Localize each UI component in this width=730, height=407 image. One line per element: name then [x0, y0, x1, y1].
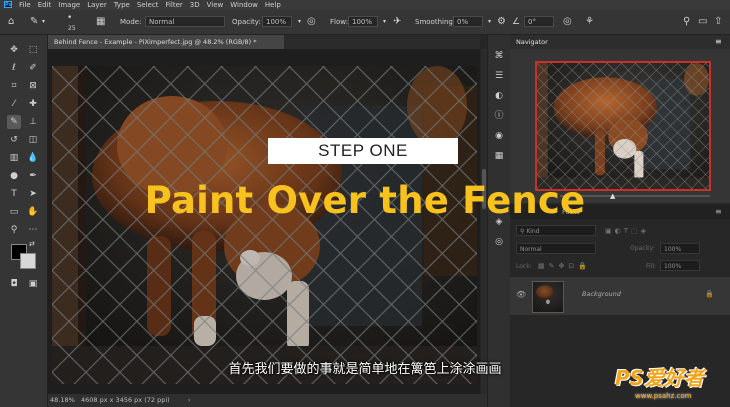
menu-3d[interactable]: 3D	[190, 0, 200, 10]
smoothing-options-gear-icon[interactable]: ⚙	[497, 10, 506, 34]
angle-icon: ∠	[512, 17, 521, 27]
rectangle-tool-icon[interactable]: ▭	[7, 205, 21, 219]
home-icon[interactable]: ⌂	[8, 10, 14, 34]
pressure-opacity-icon[interactable]: ◎	[307, 10, 316, 34]
zoom-level[interactable]: 48.18%	[50, 394, 75, 407]
opacity-field[interactable]: 100%	[262, 16, 292, 27]
menu-filter[interactable]: Filter	[165, 0, 182, 10]
search-icon[interactable]: ⚲	[683, 10, 690, 34]
healing-brush-tool-icon[interactable]: ✚	[26, 97, 40, 111]
document-dimensions: 4608 px x 3456 px (72 ppi)	[81, 396, 170, 404]
document-tab-title: Behind Fence - Example - PiXimperfect.jp…	[54, 38, 257, 46]
brush-tool-icon[interactable]: ✎	[7, 115, 21, 129]
navigator-thumbnail	[537, 63, 709, 189]
navigator-preview[interactable]	[535, 61, 711, 191]
airbrush-icon[interactable]: ✈	[393, 10, 401, 34]
smoothing-label: Smoothing:	[415, 18, 456, 26]
smoothing-field[interactable]: 0%	[453, 16, 483, 27]
opacity-label: Opacity:	[232, 18, 261, 26]
edit-toolbar-icon[interactable]: ⋯	[26, 223, 40, 237]
gradient-tool-icon[interactable]: ▥	[7, 151, 21, 165]
flow-label: Flow:	[330, 18, 348, 26]
swap-colors-icon[interactable]: ⇄	[29, 240, 35, 248]
watermark-brand: PS爱好者	[615, 366, 705, 390]
angle-field[interactable]: 0°	[524, 16, 554, 27]
menu-type[interactable]: Type	[114, 0, 130, 10]
screen-mode-icon[interactable]: ▣	[26, 277, 40, 291]
lasso-tool-icon[interactable]: ℓ	[7, 61, 21, 75]
document-tab-bar: Behind Fence - Example - PiXimperfect.jp…	[48, 35, 480, 49]
clone-stamp-tool-icon[interactable]: ⊥	[26, 115, 40, 129]
marquee-tool-icon[interactable]: ⬚	[26, 43, 40, 57]
step-one-label: STEP ONE	[268, 138, 458, 164]
history-brush-tool-icon[interactable]: ↺	[7, 133, 21, 147]
tools-panel: ✥ ⬚ ℓ ✐ ⌗ ⊠ ⁄ ✚ ✎ ⊥ ↺ ◫ ▥ 💧 ● ✒ T ➤ ▭ ✋ …	[0, 35, 48, 407]
swatches-panel-icon[interactable]: ▦	[492, 149, 506, 163]
background-color-swatch[interactable]	[20, 253, 36, 269]
history-panel-icon[interactable]: ⌘	[492, 49, 506, 63]
status-chevron-icon[interactable]: ›	[188, 394, 190, 407]
adjustments-panel-icon[interactable]: ◐	[492, 89, 506, 103]
mode-select[interactable]: Normal	[145, 16, 225, 27]
menu-bar: Ps File Edit Image Layer Type Select Fil…	[0, 0, 730, 10]
navigator-title[interactable]: Navigator	[516, 35, 548, 49]
menu-view[interactable]: View	[207, 0, 224, 10]
menu-layer[interactable]: Layer	[87, 0, 107, 10]
flow-chevron-icon[interactable]: ▾	[383, 10, 386, 34]
frame-tool-icon[interactable]: ⊠	[26, 79, 40, 93]
document-tab[interactable]: Behind Fence - Example - PiXimperfect.jp…	[48, 35, 284, 49]
menu-select[interactable]: Select	[137, 0, 159, 10]
chinese-subtitle: 首先我们要做的事就是简单地在篱笆上涂涂画画	[228, 362, 502, 377]
status-bar: 48.18% 4608 px x 3456 px (72 ppi) ›	[48, 394, 487, 407]
menu-help[interactable]: Help	[265, 0, 281, 10]
zoom-tool-icon[interactable]: ⚲	[7, 223, 21, 237]
smoothing-chevron-icon[interactable]: ▾	[488, 10, 491, 34]
preset-chevron-icon[interactable]: ▾	[42, 10, 45, 34]
menu-window[interactable]: Window	[230, 0, 258, 10]
hand-tool-icon[interactable]: ✋	[26, 205, 40, 219]
opacity-chevron-icon[interactable]: ▾	[298, 10, 301, 34]
symmetry-butterfly-icon[interactable]: ⚘	[585, 10, 594, 34]
quick-selection-tool-icon[interactable]: ✐	[26, 61, 40, 75]
quick-mask-icon[interactable]: ◘	[7, 277, 21, 291]
pen-tool-icon[interactable]: ✒	[26, 169, 40, 183]
menu-edit[interactable]: Edit	[38, 0, 52, 10]
eyedropper-tool-icon[interactable]: ⁄	[7, 97, 21, 111]
navigator-panel-header: Navigator ≡	[510, 35, 730, 49]
channels-panel-icon[interactable]: ◎	[492, 235, 506, 249]
properties-panel-icon[interactable]: ☰	[492, 69, 506, 83]
path-selection-tool-icon[interactable]: ➤	[26, 187, 40, 201]
psahz-watermark: PS爱好者 www.psahz.com	[613, 366, 725, 402]
pressure-size-icon[interactable]: ◎	[563, 10, 572, 34]
tutorial-headline: Paint Over the Fence	[144, 179, 586, 222]
type-tool-icon[interactable]: T	[7, 187, 21, 201]
color-panel-icon[interactable]: ◉	[492, 129, 506, 143]
brush-tool-preset-icon[interactable]: ✎	[30, 10, 38, 34]
brush-settings-icon[interactable]: ▦	[96, 10, 105, 34]
info-panel-icon[interactable]: ⓘ	[492, 109, 506, 123]
flow-field[interactable]: 100%	[348, 16, 378, 27]
workspace-icon[interactable]: ▭	[698, 10, 707, 34]
move-tool-icon[interactable]: ✥	[7, 43, 21, 57]
watermark-url: www.psahz.com	[635, 392, 692, 400]
blur-tool-icon[interactable]: 💧	[26, 151, 40, 165]
dodge-tool-icon[interactable]: ●	[7, 169, 21, 183]
photoshop-logo-icon: Ps	[4, 1, 12, 8]
share-icon[interactable]: ⇧	[714, 10, 722, 34]
eraser-tool-icon[interactable]: ◫	[26, 133, 40, 147]
crop-tool-icon[interactable]: ⌗	[7, 79, 21, 93]
menu-file[interactable]: File	[19, 0, 31, 10]
panel-menu-icon[interactable]: ≡	[715, 35, 722, 49]
options-bar: ⌂ ✎ ▾ • 25 ▦ Mode: Normal Opacity: 100% …	[0, 10, 730, 35]
mode-label: Mode:	[120, 18, 142, 26]
